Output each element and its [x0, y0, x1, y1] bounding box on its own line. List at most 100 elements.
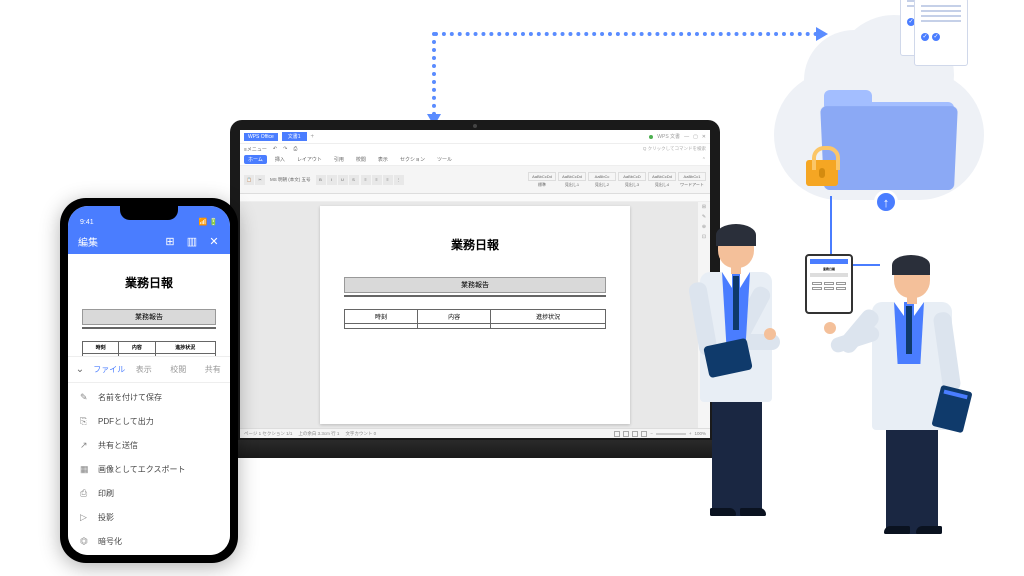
tab-file[interactable]: ファイル: [92, 364, 127, 375]
align-center-button[interactable]: ≡: [372, 175, 382, 185]
close-icon[interactable]: ✕: [208, 235, 220, 247]
tab-share[interactable]: 共有: [196, 364, 231, 375]
tab-review[interactable]: 校閲: [161, 364, 196, 375]
ribbon-collapse-icon[interactable]: ⌃: [702, 157, 706, 163]
phone-section-header: 業務報告: [82, 309, 216, 325]
grid-icon[interactable]: ⊞: [164, 235, 176, 247]
menu-item-list: ✎名前を付けて保存 ⎘PDFとして出力 ↗共有と送信 ▦画像としてエクスポート …: [68, 383, 230, 555]
tab-tools[interactable]: ツール: [433, 155, 456, 164]
document-icon: ✓✓: [914, 0, 968, 66]
clipboard-group: 📋 ✂: [244, 175, 265, 185]
menu-export-pdf[interactable]: ⎘PDFとして出力: [68, 409, 230, 433]
style-normal[interactable]: AaBbCcDd標準: [528, 172, 556, 188]
ruler[interactable]: [240, 194, 710, 202]
view-mode-icon[interactable]: [632, 431, 638, 437]
command-search[interactable]: Q クリックしてコマンドを検索: [643, 146, 706, 152]
font-selector[interactable]: MS 明朝 (本文) 五号: [270, 177, 311, 183]
signal-icons: 📶 🔋: [199, 218, 218, 226]
document-tab[interactable]: 文書1: [282, 132, 307, 141]
col-time: 時刻: [83, 342, 119, 354]
tab-insert[interactable]: 挿入: [271, 155, 289, 164]
redo-button[interactable]: ↷: [283, 146, 287, 152]
shared-tablet: 業務日報: [805, 254, 853, 314]
phone-screen: 9:41 📶 🔋 編集 ⊞ ▥ ✕ 業務日報 業務報告 時刻 内容 進捗状況: [68, 206, 230, 555]
align-right-button[interactable]: ≡: [383, 175, 393, 185]
undo-button[interactable]: ↶: [273, 146, 277, 152]
style-h4[interactable]: AaBbCcDd見出し4: [648, 172, 676, 188]
side-icon[interactable]: ✎: [700, 214, 708, 222]
clock: 9:41: [80, 219, 94, 226]
check-icon: ✓: [921, 33, 929, 41]
menu-button[interactable]: ≡メニュー: [244, 146, 267, 153]
laptop-device: WPS Office 文書1 + WPS 文書 — ▢ ✕ ≡メニュー ↶ ↷ …: [230, 120, 720, 460]
document-page[interactable]: 業務日報 業務報告 時刻 内容 進捗状況: [320, 206, 630, 424]
style-h2[interactable]: AaBbCc見出し2: [588, 172, 616, 188]
print-button[interactable]: ⎙: [293, 146, 297, 152]
webcam: [473, 124, 477, 128]
strike-button[interactable]: S: [349, 175, 359, 185]
titlebar: WPS Office 文書1 + WPS 文書 — ▢ ✕: [240, 130, 710, 144]
wps-writer-app: WPS Office 文書1 + WPS 文書 — ▢ ✕ ≡メニュー ↶ ↷ …: [240, 130, 710, 438]
header-title: 編集: [78, 234, 98, 249]
tab-review[interactable]: 校閲: [352, 155, 370, 164]
view-mode-icon[interactable]: [614, 431, 620, 437]
menu-encrypt[interactable]: ⏣暗号化: [68, 529, 230, 553]
style-h3[interactable]: AaBbCcD見出し3: [618, 172, 646, 188]
layout-icon[interactable]: ▥: [186, 235, 198, 247]
check-icon: ✓: [932, 33, 940, 41]
bold-button[interactable]: B: [316, 175, 326, 185]
zoom-out-button[interactable]: −: [650, 431, 653, 436]
status-label: WPS 文書: [657, 133, 680, 140]
folder-icon: [824, 102, 954, 190]
list-button[interactable]: ⋮: [394, 175, 404, 185]
divider: [82, 327, 216, 329]
menu-save-as[interactable]: ✎名前を付けて保存: [68, 385, 230, 409]
padlock-icon: [806, 160, 838, 186]
tablet-doc-title: 業務日報: [810, 267, 848, 271]
doctor-figure-left: [680, 224, 790, 524]
word-count[interactable]: 文字カウント 0: [345, 431, 376, 437]
titlebar-right: WPS 文書 — ▢ ✕: [649, 133, 706, 140]
new-tab-button[interactable]: +: [311, 134, 315, 140]
tablet-table: [810, 280, 848, 292]
maximize-button[interactable]: ▢: [693, 134, 698, 140]
style-wordart[interactable]: AaBbCc1ワードアート: [678, 172, 706, 188]
section-header: 業務報告: [344, 277, 606, 293]
phone-document[interactable]: 業務日報 業務報告 時刻 内容 進捗状況: [68, 254, 230, 356]
close-button[interactable]: ✕: [702, 134, 706, 140]
save-icon: ✎: [80, 392, 98, 403]
tab-section[interactable]: セクション: [396, 155, 429, 164]
image-icon: ▦: [80, 464, 98, 475]
document-canvas[interactable]: 業務日報 業務報告 時刻 内容 進捗状況 ⊞ ✎ ⊕: [240, 202, 710, 428]
minimize-button[interactable]: —: [684, 134, 689, 140]
menu-cast[interactable]: ▷投影: [68, 505, 230, 529]
paste-button[interactable]: 📋: [244, 175, 254, 185]
phone-notch: [120, 206, 178, 220]
tab-view[interactable]: 表示: [127, 364, 162, 375]
tab-home[interactable]: ホーム: [244, 155, 267, 164]
statusbar: ページ 1 セクション 1/1 上の余白 3.3cm 行 1 文字カウント 0 …: [240, 428, 710, 438]
pdf-icon: ⎘: [80, 416, 98, 427]
cut-button[interactable]: ✂: [255, 175, 265, 185]
col-progress: 進捗状況: [155, 342, 215, 354]
chevron-down-icon[interactable]: ⌄: [68, 364, 92, 375]
tab-references[interactable]: 引用: [330, 155, 348, 164]
view-mode-icon[interactable]: [641, 431, 647, 437]
italic-button[interactable]: I: [327, 175, 337, 185]
menu-share[interactable]: ↗共有と送信: [68, 433, 230, 457]
view-mode-icon[interactable]: [623, 431, 629, 437]
menu-tabs: ⌄ ファイル 表示 校閲 共有: [68, 357, 230, 383]
tab-layout[interactable]: レイアウト: [293, 155, 326, 164]
paragraph-group: ≡ ≡ ≡ ⋮: [361, 175, 404, 185]
menu-print[interactable]: ⎙印刷: [68, 481, 230, 505]
tab-view[interactable]: 表示: [374, 155, 392, 164]
report-table: 時刻 内容 進捗状況: [344, 309, 606, 329]
divider: [344, 295, 606, 297]
menu-export-image[interactable]: ▦画像としてエクスポート: [68, 457, 230, 481]
style-h1[interactable]: AaBbCcDd見出し1: [558, 172, 586, 188]
side-icon[interactable]: ⊞: [700, 204, 708, 212]
underline-button[interactable]: U: [338, 175, 348, 185]
status-indicator-icon: [649, 135, 653, 139]
align-left-button[interactable]: ≡: [361, 175, 371, 185]
ribbon-tabs: ホーム 挿入 レイアウト 引用 校閲 表示 セクション ツール ⌃: [240, 154, 710, 166]
